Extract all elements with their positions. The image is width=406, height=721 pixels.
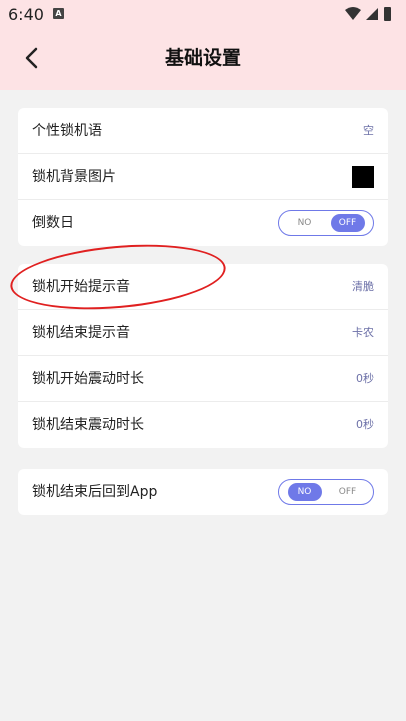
- setting-row-countdown: 倒数日 NO OFF: [18, 200, 388, 246]
- countdown-toggle[interactable]: NO OFF: [278, 210, 374, 236]
- setting-row-lock-background[interactable]: 锁机背景图片: [18, 154, 388, 200]
- setting-value: 空: [363, 124, 374, 137]
- setting-row-lock-end-sound[interactable]: 锁机结束提示音 卡农: [18, 310, 388, 356]
- wifi-icon: [345, 7, 361, 20]
- setting-label: 锁机结束后回到App: [32, 484, 158, 500]
- return-to-app-toggle[interactable]: NO OFF: [278, 479, 374, 505]
- setting-row-return-to-app: 锁机结束后回到App NO OFF: [18, 469, 388, 515]
- setting-label: 锁机背景图片: [32, 169, 116, 185]
- setting-label: 倒数日: [32, 215, 74, 231]
- toggle-option-off[interactable]: OFF: [330, 214, 365, 232]
- setting-value: 0秒: [356, 372, 374, 385]
- toggle-option-no[interactable]: NO: [288, 214, 322, 232]
- setting-label: 锁机开始震动时长: [32, 371, 144, 387]
- setting-label: 锁机结束提示音: [32, 325, 130, 341]
- settings-card-return: 锁机结束后回到App NO OFF: [18, 469, 388, 515]
- settings-card-general: 个性锁机语 空 锁机背景图片 倒数日 NO OFF: [18, 108, 388, 246]
- setting-row-lock-message[interactable]: 个性锁机语 空: [18, 108, 388, 154]
- setting-row-lock-end-vibration[interactable]: 锁机结束震动时长 0秒: [18, 402, 388, 448]
- status-time: 6:40: [8, 5, 44, 24]
- setting-value: 卡农: [352, 326, 374, 339]
- app-header: 6:40 A 基础设置: [0, 0, 406, 90]
- setting-value: 0秒: [356, 418, 374, 431]
- battery-icon: [384, 7, 391, 21]
- setting-row-lock-start-vibration[interactable]: 锁机开始震动时长 0秒: [18, 356, 388, 402]
- signal-icon: [366, 8, 378, 20]
- setting-value: 清脆: [352, 280, 374, 293]
- background-color-swatch[interactable]: [352, 166, 374, 188]
- status-icons: [344, 6, 394, 26]
- setting-label: 个性锁机语: [32, 123, 102, 139]
- toggle-option-off[interactable]: OFF: [331, 483, 365, 501]
- setting-label: 锁机结束震动时长: [32, 417, 144, 433]
- notification-icon: A: [53, 8, 64, 19]
- toggle-option-no[interactable]: NO: [287, 483, 322, 501]
- page-title: 基础设置: [164, 47, 241, 69]
- status-bar: 6:40 A: [0, 0, 406, 28]
